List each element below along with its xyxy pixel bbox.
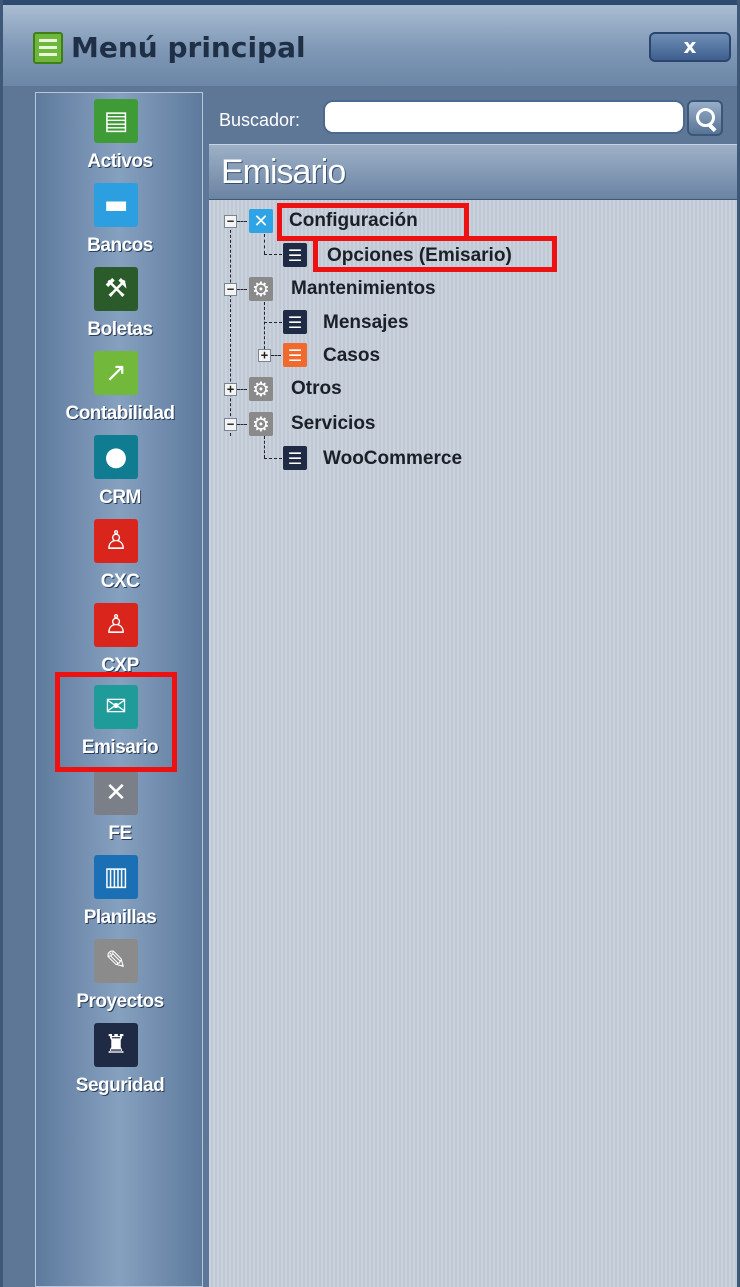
highlight-opciones-emisario <box>313 236 557 272</box>
sidebar-item-label: CXC <box>100 571 140 592</box>
tree-node-mensajes[interactable]: Mensajes <box>323 312 409 334</box>
document-icon: ▥ <box>94 855 138 899</box>
tree-node-woocommerce[interactable]: WooCommerce <box>323 448 462 470</box>
gear-icon: ⚙ <box>249 412 273 436</box>
list-icon: ☰ <box>283 446 307 470</box>
search-label: Buscador: <box>219 110 301 130</box>
chart-up-icon: ↗ <box>94 351 138 395</box>
tree-connector <box>264 254 282 255</box>
menu-icon <box>33 32 63 64</box>
search-bar: Buscador: <box>209 92 737 144</box>
sidebar-item-label: Planillas <box>83 907 157 928</box>
tree-guide-line <box>264 234 265 254</box>
person-shoveling-icon: ⚒ <box>94 267 138 311</box>
window-title: Menú principal <box>71 31 306 64</box>
globe-icon: ● <box>94 435 138 479</box>
main-menu-window: Menú principal x ▤ Activos ▬ Bancos ⚒ Bo… <box>0 0 740 1287</box>
briefcase-icon: ▬ <box>94 183 138 227</box>
collapse-toggle[interactable]: − <box>224 418 237 431</box>
sidebar-item-cxc[interactable]: ♙ CXC <box>36 519 204 601</box>
sidebar-item-crm[interactable]: ● CRM <box>36 435 204 517</box>
sidebar-item-label: Boletas <box>87 319 153 340</box>
sidebar-item-label: Proyectos <box>76 991 164 1012</box>
collapse-toggle[interactable]: − <box>224 283 237 296</box>
highlight-emisario <box>55 672 177 772</box>
tree-connector <box>237 221 247 222</box>
tree-guide-line <box>264 436 265 458</box>
tree-node-otros[interactable]: Otros <box>291 378 342 400</box>
sidebar-item-label: Seguridad <box>75 1075 165 1096</box>
gear-icon: ⚙ <box>249 377 273 401</box>
search-icon[interactable] <box>687 100 723 136</box>
sidebar-item-label: Contabilidad <box>65 403 175 424</box>
sidebar-item-label: FE <box>108 823 132 844</box>
tree-connector <box>264 322 282 323</box>
tree-guide-line <box>264 302 265 354</box>
sidebar-item-seguridad[interactable]: ♜ Seguridad <box>36 1023 204 1105</box>
tools-icon: ✕ <box>94 771 138 815</box>
list-icon: ☰ <box>283 243 307 267</box>
ruler-pencil-icon: ✎ <box>94 939 138 983</box>
tree-connector <box>237 389 247 390</box>
sidebar-item-label: CRM <box>99 487 141 508</box>
expand-toggle[interactable]: + <box>224 383 237 396</box>
tools-icon: ✕ <box>249 209 273 233</box>
tree-connector <box>237 424 247 425</box>
tree-connector <box>264 458 282 459</box>
tree-node-casos[interactable]: Casos <box>323 345 380 367</box>
tree-connector <box>271 355 281 356</box>
sidebar-item-contabilidad[interactable]: ↗ Contabilidad <box>36 351 204 433</box>
sidebar-item-planillas[interactable]: ▥ Planillas <box>36 855 204 937</box>
section-header: Emisario <box>209 144 737 200</box>
sidebar-item-boletas[interactable]: ⚒ Boletas <box>36 267 204 349</box>
tree-guide-line <box>230 220 231 436</box>
sidebar-item-fe[interactable]: ✕ FE <box>36 771 204 853</box>
gear-icon: ⚙ <box>249 277 273 301</box>
section-title: Emisario <box>221 153 346 191</box>
expand-toggle[interactable]: + <box>258 349 271 362</box>
tree-node-mantenimientos[interactable]: Mantenimientos <box>291 278 436 300</box>
collapse-toggle[interactable]: − <box>224 215 237 228</box>
sidebar-item-label: Bancos <box>87 235 153 256</box>
sidebar-item-label: Activos <box>87 151 153 172</box>
search-input[interactable] <box>323 100 685 134</box>
close-button[interactable]: x <box>649 32 731 62</box>
sidebar-item-activos[interactable]: ▤ Activos <box>36 99 204 181</box>
person-scatter-icon: ♙ <box>94 603 138 647</box>
sidebar-item-proyectos[interactable]: ✎ Proyectos <box>36 939 204 1021</box>
cash-register-icon: ▤ <box>94 99 138 143</box>
list-icon: ☰ <box>283 310 307 334</box>
castle-icon: ♜ <box>94 1023 138 1067</box>
sidebar-item-bancos[interactable]: ▬ Bancos <box>36 183 204 265</box>
list-icon: ☰ <box>283 343 307 367</box>
person-money-icon: ♙ <box>94 519 138 563</box>
title-bar[interactable]: Menú principal x <box>3 0 737 86</box>
tree-connector <box>237 289 247 290</box>
tree-node-servicios[interactable]: Servicios <box>291 413 376 435</box>
